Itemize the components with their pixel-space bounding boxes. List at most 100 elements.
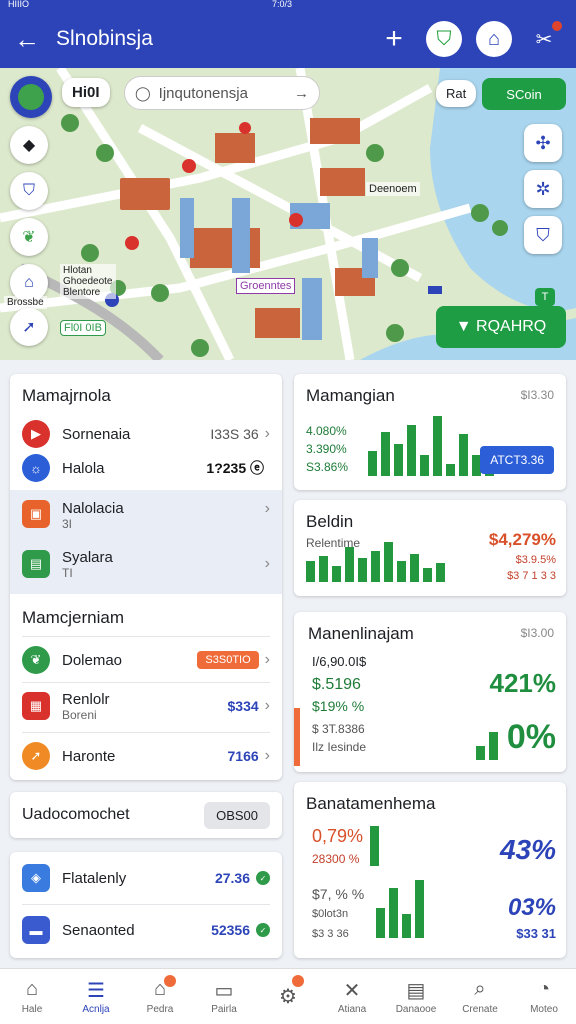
user-icon: ◔ xyxy=(537,978,551,1000)
compass-icon: ➚ xyxy=(22,742,50,770)
summary-card: ◈ Flatalenly 27.36 ✓ ▬ Senaonted 52356 ✓ xyxy=(10,852,282,958)
tab-atiana[interactable]: ✕ Atiana xyxy=(320,969,384,1024)
tools-icon[interactable]: ✂ xyxy=(526,21,562,57)
left-list-card: Mamajrnola ▶ Sornenaia I33S 36 › ☼ Halol… xyxy=(10,374,282,780)
home-icon: ⌂ xyxy=(25,978,39,1000)
notification-badge xyxy=(164,975,176,987)
bookmark-icon[interactable]: ◆ xyxy=(10,126,48,164)
chevron-right-icon: › xyxy=(264,747,270,764)
bus-icon: ▣ xyxy=(22,500,50,528)
list-item[interactable]: ❦ Dolemao S3S0TIO › xyxy=(10,638,282,682)
list-item[interactable]: ▤ Syalara TI › xyxy=(10,542,282,586)
metric-card[interactable]: Mamangian $I3.30 4.080% 3.390% S3.86% AT… xyxy=(294,374,566,490)
list-item[interactable]: ☼ Halola 1?235 ⓔ xyxy=(10,446,282,490)
notification-badge xyxy=(292,975,304,987)
bar-chart xyxy=(476,728,498,760)
map-tag: Fl0I 0IB xyxy=(60,320,106,336)
back-button[interactable]: ← xyxy=(14,24,44,55)
chat-icon[interactable]: ⌂ xyxy=(476,21,512,57)
divider xyxy=(22,682,270,683)
section-header: Mamcjerniam xyxy=(22,608,125,627)
compass-icon[interactable]: ➚ xyxy=(10,308,48,346)
check-icon: ✓ xyxy=(256,871,270,885)
tab-acnlja[interactable]: ☰ Acnlja xyxy=(64,969,128,1024)
tab-crenate[interactable]: ⌕ Crenate xyxy=(448,969,512,1024)
search-icon: ◯ xyxy=(135,84,151,101)
page-title: Slnobinsja xyxy=(56,27,153,50)
bar xyxy=(371,551,380,582)
status-center: 7:0/3 xyxy=(272,0,293,9)
divider xyxy=(22,636,270,637)
tab-settings[interactable]: ⚙ xyxy=(256,969,320,1024)
chevron-right-icon: › xyxy=(264,500,270,517)
map-label-b: Groenntes xyxy=(236,278,296,294)
tab-pairla[interactable]: ▭ Pairla xyxy=(192,969,256,1024)
add-button[interactable]: + xyxy=(376,21,412,57)
input-button[interactable]: OBS00 xyxy=(204,801,270,829)
bar xyxy=(423,568,432,582)
avatar-image xyxy=(18,84,44,110)
bar-chart xyxy=(376,878,424,938)
bar-chart xyxy=(306,540,445,582)
map-rat-chip[interactable]: Rat xyxy=(436,80,477,107)
bar xyxy=(407,425,416,476)
map-search-input[interactable]: ◯ Ijnqutonensja → xyxy=(124,76,320,110)
arrow-icon: → xyxy=(294,84,309,102)
bar xyxy=(446,464,455,476)
leaf-icon[interactable]: ❦ xyxy=(10,218,48,256)
map-label-a: Deenoem xyxy=(366,182,420,196)
document-icon: ▤ xyxy=(22,550,50,578)
bar xyxy=(397,561,406,582)
list-item[interactable]: ▦ Renlolr Boreni $334 › xyxy=(10,684,282,728)
check-icon: ✓ xyxy=(256,923,270,937)
shield-icon[interactable]: ⛉ xyxy=(524,216,562,254)
tab-pedra[interactable]: ⌂ Pedra xyxy=(128,969,192,1024)
list-item[interactable]: ▬ Senaonted 52356 ✓ xyxy=(10,908,282,952)
input-label: Uadocomochet xyxy=(22,806,130,823)
map-cta-button[interactable]: ▼ RQAHRQ xyxy=(436,306,566,348)
city-map[interactable]: Hi0I ◯ Ijnqutonensja → Rat SCoin ◆ ⛉ ❦ ⌂… xyxy=(0,68,576,360)
tools-icon: ✕ xyxy=(343,980,361,1002)
metric-card[interactable]: Manenlinajam $I3.00 I/6,90.0I$ $.5196 $1… xyxy=(294,612,566,772)
chevron-right-icon: › xyxy=(264,697,270,714)
metric-card[interactable]: Beldin Relentime $4,279% $3.9.5% $3 7 1 … xyxy=(294,500,566,596)
list-icon: ☰ xyxy=(87,980,105,1002)
bar xyxy=(381,432,390,476)
bar xyxy=(420,455,429,476)
bar-chart xyxy=(370,824,379,866)
shield-icon[interactable]: ⛉ xyxy=(426,21,462,57)
map-label-c: Hlotan Ghoedeote Blentore xyxy=(60,264,116,299)
bar xyxy=(394,444,403,476)
map-caption: Brossbe xyxy=(4,296,47,309)
truck-icon: ▬ xyxy=(22,916,50,944)
globe-icon: ☼ xyxy=(22,454,50,482)
bar xyxy=(384,542,393,582)
list-item[interactable]: ➚ Haronte 7166 › xyxy=(10,734,282,778)
chevron-right-icon: › xyxy=(264,425,270,442)
gear-icon: ⚙ xyxy=(279,985,297,1008)
bar xyxy=(306,561,315,582)
bar xyxy=(319,556,328,582)
tab-moteo[interactable]: ◔ Moteo xyxy=(512,969,576,1024)
map-icon: ◈ xyxy=(22,864,50,892)
map-coin-button[interactable]: SCoin xyxy=(482,78,566,110)
avatar[interactable] xyxy=(10,76,52,118)
tab-hale[interactable]: ⌂ Hale xyxy=(0,969,64,1024)
chevron-right-icon: › xyxy=(264,555,270,572)
divider xyxy=(22,904,270,905)
list-item[interactable]: ◈ Flatalenly 27.36 ✓ xyxy=(10,856,282,900)
bar xyxy=(410,554,419,582)
bar xyxy=(368,451,377,476)
tab-danaooe[interactable]: ▤ Danaooe xyxy=(384,969,448,1024)
accent-bar xyxy=(294,708,300,766)
locate-icon[interactable]: ✣ xyxy=(524,124,562,162)
play-icon: ▶ xyxy=(22,420,50,448)
bar-chart xyxy=(368,414,494,476)
bar xyxy=(358,558,367,582)
shield-icon[interactable]: ⛉ xyxy=(10,172,48,210)
metric-card[interactable]: Banatamenhema 0,79% 28300 % $7, % % $0lo… xyxy=(294,782,566,958)
layers-icon[interactable]: ✲ xyxy=(524,170,562,208)
divider xyxy=(22,732,270,733)
map-chip[interactable]: Hi0I xyxy=(62,78,110,107)
card-button[interactable]: ATCT3.36 xyxy=(480,446,554,474)
